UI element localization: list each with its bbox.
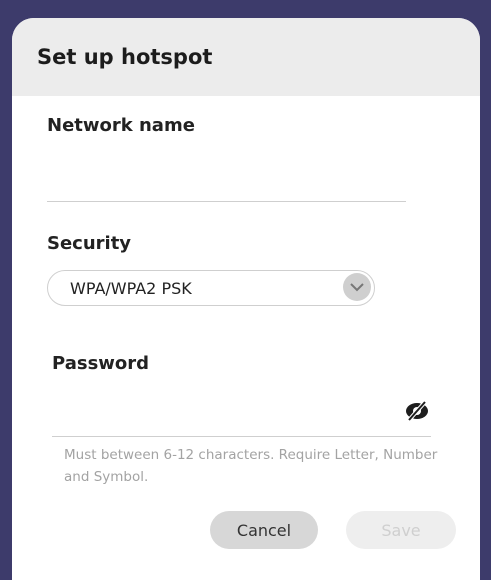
- security-label: Security: [47, 233, 132, 254]
- network-name-label: Network name: [47, 115, 195, 136]
- security-select[interactable]: WPA/WPA2 PSK: [47, 270, 375, 306]
- security-selected-value: WPA/WPA2 PSK: [70, 278, 192, 298]
- chevron-down-icon[interactable]: [343, 273, 371, 301]
- eye-off-icon[interactable]: [404, 400, 430, 422]
- cancel-button[interactable]: Cancel: [210, 511, 318, 549]
- password-input[interactable]: [52, 390, 431, 437]
- dialog-title: Set up hotspot: [12, 18, 480, 96]
- save-button[interactable]: Save: [346, 511, 456, 549]
- password-label: Password: [52, 353, 150, 374]
- network-name-input[interactable]: [47, 163, 406, 202]
- hotspot-dialog: Set up hotspot Network name Security WPA…: [12, 18, 480, 580]
- password-hint: Must between 6-12 characters. Require Le…: [64, 447, 438, 485]
